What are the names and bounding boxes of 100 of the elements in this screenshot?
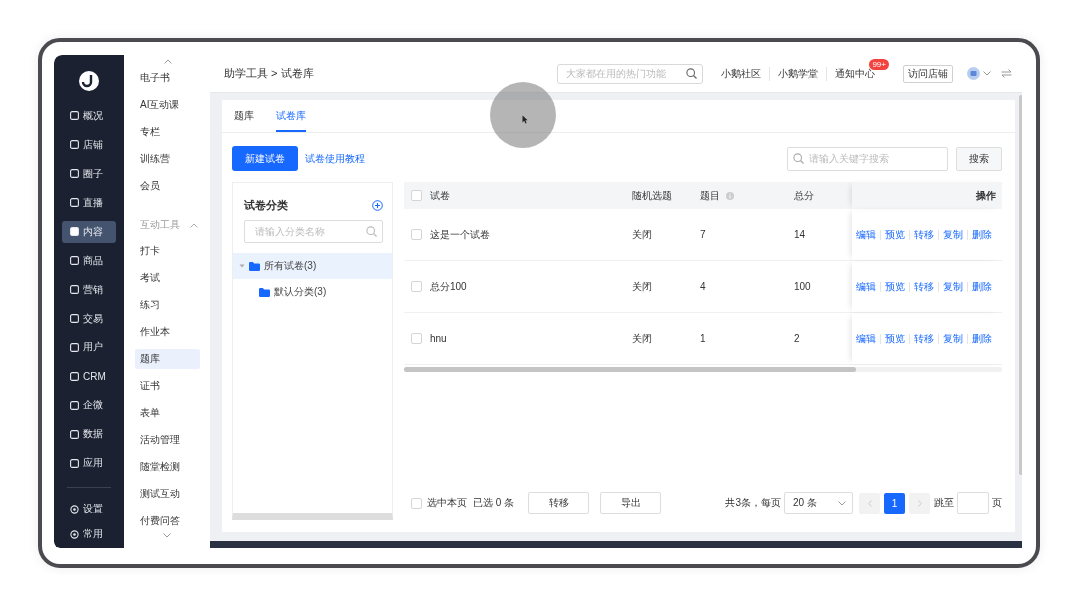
swap-arrows-icon[interactable] [1001, 69, 1012, 78]
table-cell-text: 7 [699, 229, 707, 240]
submenu-item[interactable]: 专栏 [135, 122, 200, 142]
action-link[interactable]: 编辑 [852, 333, 880, 344]
table-cell-text: 关闭 [631, 227, 653, 242]
checkbox[interactable] [411, 281, 422, 292]
square-outline-icon [70, 285, 79, 295]
tab[interactable]: 题库 [234, 100, 254, 132]
nav-item[interactable]: 概况 [62, 105, 116, 127]
nav-item[interactable]: 商品 [62, 249, 116, 272]
table-cell-text: 100 [793, 281, 812, 292]
page-size-select[interactable]: 20 条 [784, 492, 853, 514]
action-link[interactable]: 转移 [909, 333, 938, 344]
action-link[interactable]: 复制 [938, 333, 967, 344]
nav-item[interactable]: 应用 [62, 452, 116, 475]
footer-button[interactable]: 转移 [528, 492, 590, 514]
submenu-item[interactable]: 练习 [135, 295, 200, 315]
search-field[interactable]: 请输入关键字搜索 [787, 146, 948, 171]
nav-item[interactable]: 设置 [62, 498, 116, 521]
action-link[interactable]: 转移 [909, 229, 938, 240]
tree-item[interactable]: 默认分类(3) [233, 279, 392, 305]
nav-item[interactable]: 直播 [62, 191, 116, 214]
new-paper-button[interactable]: 新建试卷 [232, 146, 298, 171]
total-count: 共3条，每页 [725, 496, 781, 510]
submenu-item[interactable]: 训练营 [135, 149, 200, 169]
square-outline-icon [70, 342, 79, 352]
table-cell-text: 1 [699, 333, 707, 344]
page-suffix: 页 [992, 496, 1002, 510]
visit-store-button[interactable]: 访问店铺 [903, 64, 953, 83]
checkbox[interactable] [411, 190, 422, 201]
checkbox[interactable] [411, 229, 422, 240]
action-link[interactable]: 编辑 [852, 229, 880, 240]
submenu-item[interactable]: AI互动课 [135, 95, 200, 115]
submenu-item[interactable]: 打卡 [135, 241, 200, 261]
chevron-up-icon [163, 59, 172, 64]
square-outline-icon [70, 169, 79, 179]
search-icon [686, 68, 698, 79]
add-circle-icon[interactable] [372, 200, 383, 211]
jump-label: 跳至 [934, 496, 954, 510]
action-link[interactable]: 预览 [880, 333, 909, 344]
table-cell-text: 总分100 [429, 279, 468, 294]
table-cell-text: 这是一个试卷 [429, 227, 491, 242]
tutorial-link[interactable]: 试卷使用教程 [305, 151, 787, 166]
chevron-down-icon [983, 71, 991, 76]
action-link[interactable]: 删除 [967, 229, 996, 240]
submenu-item[interactable]: 测试互动 [135, 484, 200, 504]
square-outline-icon [70, 371, 79, 381]
avatar-icon[interactable] [967, 67, 980, 80]
caret-down-icon [239, 263, 245, 269]
submenu-item[interactable]: 考试 [135, 268, 200, 288]
cursor-icon [522, 115, 528, 124]
footer-button[interactable]: 导出 [600, 492, 662, 514]
column-header: 题目 [700, 188, 720, 203]
action-link[interactable]: 删除 [967, 333, 996, 344]
action-link[interactable]: 复制 [938, 229, 967, 240]
nav-item[interactable]: CRM [62, 365, 116, 388]
action-link[interactable]: 编辑 [852, 281, 880, 292]
nav-item[interactable]: 交易 [62, 307, 116, 330]
action-link[interactable]: 删除 [967, 281, 996, 292]
nav-item[interactable]: 数据 [62, 423, 116, 446]
nav-item[interactable]: 企微 [62, 394, 116, 417]
page-button[interactable]: 1 [884, 492, 905, 514]
column-header: 总分 [794, 188, 814, 203]
action-link[interactable]: 预览 [880, 229, 909, 240]
action-link[interactable]: 预览 [880, 281, 909, 292]
submenu-item[interactable]: 证书 [135, 376, 200, 396]
nav-item[interactable]: 圈子 [62, 162, 116, 185]
selected-count: 已选 0 条 [473, 496, 515, 510]
nav-item[interactable]: 用户 [62, 336, 116, 359]
checkbox[interactable] [411, 333, 422, 344]
action-link[interactable]: 转移 [909, 281, 938, 292]
submenu-item[interactable]: 随堂检测 [135, 457, 200, 477]
next-page-button[interactable] [909, 492, 930, 514]
square-outline-icon [70, 458, 79, 468]
submenu-item[interactable]: 活动管理 [135, 430, 200, 450]
nav-link[interactable]: 小鹅学堂 [769, 66, 827, 81]
submenu-item[interactable]: 付费问答 [135, 511, 200, 531]
previous-page-button[interactable] [859, 492, 880, 514]
submenu-item[interactable]: 作业本 [135, 322, 200, 342]
tree-item[interactable]: 所有试卷(3) [233, 253, 392, 279]
search-button[interactable]: 搜索 [956, 146, 1002, 171]
checkbox[interactable] [411, 497, 422, 509]
submenu-item[interactable]: 题库 [135, 349, 200, 369]
breadcrumb: 助学工具 > 试卷库 [224, 66, 315, 81]
tree-label: 所有试卷(3) [264, 259, 317, 273]
submenu-item[interactable]: 表单 [135, 403, 200, 423]
page-input[interactable] [957, 492, 989, 514]
action-link[interactable]: 复制 [938, 281, 967, 292]
checkbox-label[interactable]: 选中本页 [427, 496, 467, 510]
nav-item[interactable]: 营销 [62, 278, 116, 301]
submenu-item[interactable]: 电子书 [135, 68, 200, 88]
nav-item[interactable]: 常用 [62, 523, 116, 546]
gear-icon [70, 529, 79, 539]
tab[interactable]: 试卷库 [276, 100, 306, 132]
folder-icon [249, 261, 260, 271]
nav-link[interactable]: 小鹅社区 [713, 66, 770, 81]
nav-item[interactable]: 内容 [62, 220, 116, 243]
table-cell-text: 关闭 [631, 331, 653, 346]
submenu-item[interactable]: 会员 [135, 176, 200, 196]
nav-item[interactable]: 店铺 [62, 133, 116, 156]
